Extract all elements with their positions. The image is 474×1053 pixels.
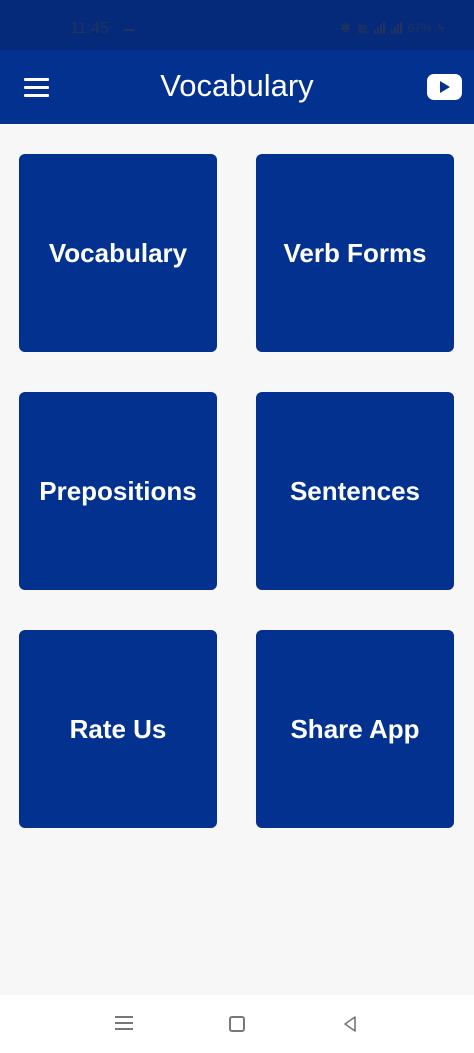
tile-label: Rate Us [69, 713, 167, 744]
share-app-tile[interactable]: Share App [256, 630, 454, 828]
status-time: 11:45 [70, 20, 109, 37]
bluetooth-icon: ✱ [340, 20, 352, 35]
status-bar: 11:45 ✱ ▦ 67% ϟ [0, 0, 474, 50]
vocabulary-tile[interactable]: Vocabulary [19, 154, 217, 352]
battery-level: 67% [407, 21, 432, 35]
home-icon[interactable] [229, 1016, 245, 1032]
app-title: Vocabulary [160, 68, 314, 103]
verb-forms-tile[interactable]: Verb Forms [256, 154, 454, 352]
prepositions-tile[interactable]: Prepositions [19, 392, 217, 590]
youtube-icon[interactable] [427, 74, 462, 100]
play-icon [440, 81, 450, 93]
tile-label: Share App [290, 713, 420, 744]
tile-label: Vocabulary [48, 237, 188, 268]
signal-icon [373, 22, 385, 34]
back-icon[interactable] [342, 1016, 358, 1032]
sentences-tile[interactable]: Sentences [256, 392, 454, 590]
tile-label: Prepositions [39, 475, 197, 506]
signal-icon [390, 22, 402, 34]
app-bar: Vocabulary [0, 50, 474, 124]
tile-label: Sentences [289, 475, 421, 506]
vibrate-icon: ▦ [357, 22, 368, 35]
charging-icon: ϟ [437, 21, 444, 35]
rate-us-tile[interactable]: Rate Us [19, 630, 217, 828]
notification-icon [124, 29, 134, 31]
status-icons: ✱ ▦ 67% ϟ [340, 20, 444, 36]
system-nav-bar [0, 995, 474, 1053]
tile-label: Verb Forms [283, 237, 427, 268]
recent-apps-icon[interactable] [115, 1016, 133, 1030]
